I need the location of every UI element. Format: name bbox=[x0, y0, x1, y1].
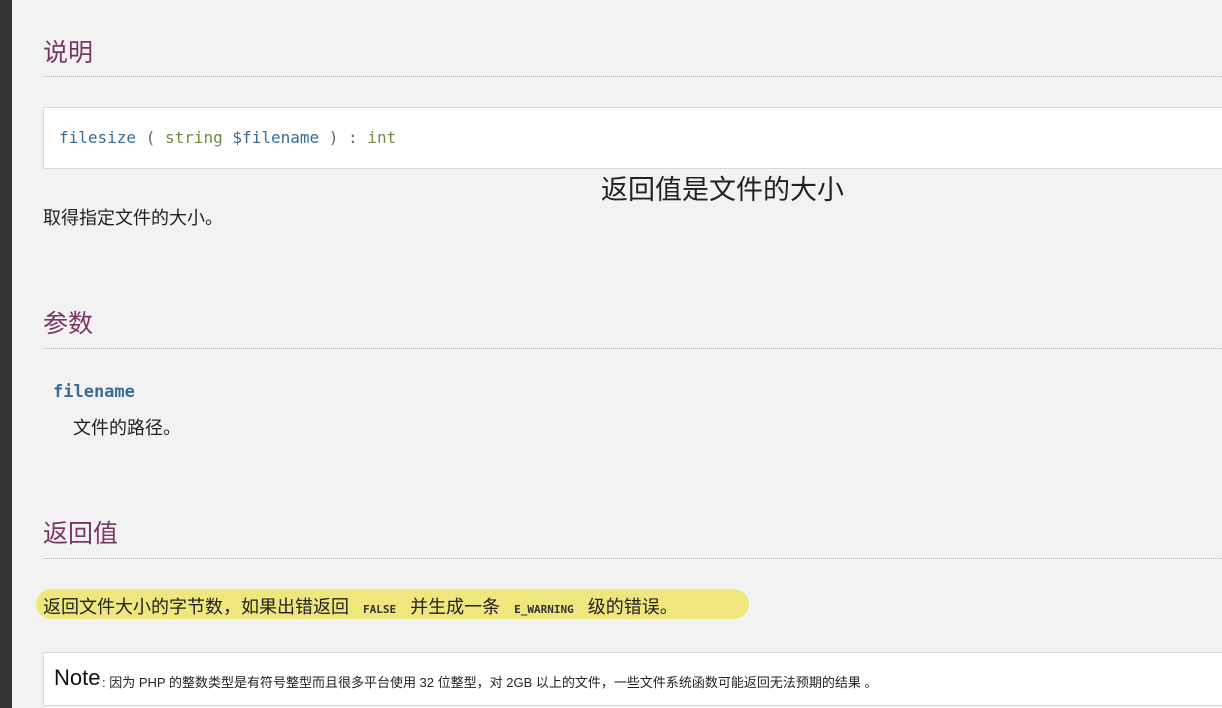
return-type[interactable]: int bbox=[367, 128, 396, 147]
divider bbox=[43, 348, 1222, 349]
close-paren: ) bbox=[328, 128, 339, 147]
colon: : bbox=[348, 128, 358, 147]
return-text-before: 返回文件大小的字节数，如果出错返回 bbox=[43, 597, 349, 618]
e-warning-constant: E_WARNING bbox=[514, 603, 574, 616]
note-text: : 因为 PHP 的整数类型是有符号整型而且很多平台使用 32 位整型，对 2G… bbox=[102, 675, 878, 690]
return-value-text: 返回文件大小的字节数，如果出错返回 FALSE 并生成一条 E_WARNING 级的错误… bbox=[43, 593, 678, 619]
param-variable: $filename bbox=[232, 128, 320, 147]
description-text: 取得指定文件的大小。 bbox=[43, 208, 223, 229]
section-title-return-values: 返回值 bbox=[43, 519, 119, 548]
divider bbox=[43, 76, 1222, 77]
function-name[interactable]: filesize bbox=[59, 128, 136, 147]
note-box: Note : 因为 PHP 的整数类型是有符号整型而且很多平台使用 32 位整型… bbox=[43, 652, 1222, 706]
open-paren: ( bbox=[145, 128, 156, 147]
parameter-name: filename bbox=[53, 382, 135, 402]
return-text-after: 级的错误。 bbox=[587, 597, 678, 618]
parameter-description: 文件的路径。 bbox=[73, 418, 181, 439]
false-constant: FALSE bbox=[363, 603, 397, 616]
note-label: Note bbox=[54, 665, 101, 690]
return-text-middle: 并生成一条 bbox=[410, 597, 501, 618]
left-sidebar-edge bbox=[0, 0, 12, 708]
section-title-description: 说明 bbox=[43, 38, 94, 67]
doc-content: 说明 filesize ( string $filename ) : int 返… bbox=[36, 0, 1222, 708]
section-title-parameters: 参数 bbox=[43, 309, 94, 338]
handwritten-annotation: 返回值是文件的大小 bbox=[601, 175, 844, 206]
param-type[interactable]: string bbox=[165, 128, 223, 147]
method-signature: filesize ( string $filename ) : int bbox=[43, 107, 1222, 169]
divider bbox=[43, 558, 1222, 559]
